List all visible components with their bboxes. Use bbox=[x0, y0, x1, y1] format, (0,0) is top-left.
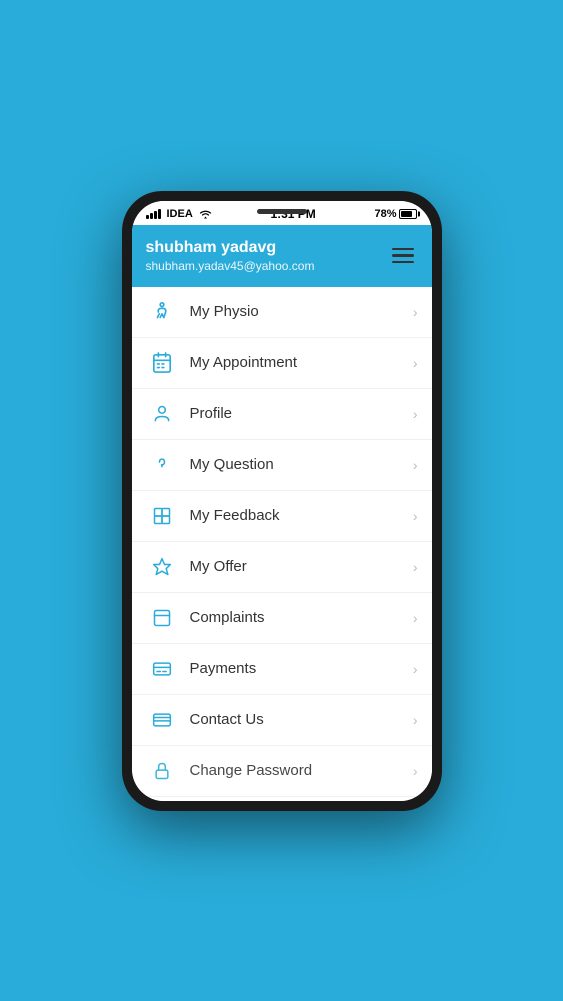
profile-icon bbox=[146, 403, 178, 425]
hamburger-button[interactable] bbox=[388, 244, 418, 268]
payments-icon bbox=[146, 658, 178, 680]
menu-item-complaints[interactable]: Complaints › bbox=[132, 593, 432, 644]
contact-us-chevron: › bbox=[413, 712, 418, 728]
payments-chevron: › bbox=[413, 661, 418, 677]
complaints-chevron: › bbox=[413, 610, 418, 626]
complaints-label: Complaints bbox=[190, 609, 413, 626]
menu-item-my-feedback[interactable]: My Feedback › bbox=[132, 491, 432, 542]
menu-item-my-offer[interactable]: My Offer › bbox=[132, 542, 432, 593]
my-feedback-label: My Feedback bbox=[190, 507, 413, 524]
profile-chevron: › bbox=[413, 406, 418, 422]
physio-icon bbox=[146, 301, 178, 323]
status-left: IDEA bbox=[146, 208, 212, 220]
payments-label: Payments bbox=[190, 660, 413, 677]
my-feedback-chevron: › bbox=[413, 508, 418, 524]
app-header: shubham yadavg shubham.yadav45@yahoo.com bbox=[132, 225, 432, 287]
user-info: shubham yadavg shubham.yadav45@yahoo.com bbox=[146, 239, 315, 273]
my-physio-chevron: › bbox=[413, 304, 418, 320]
speaker bbox=[257, 209, 307, 214]
menu-item-my-appointment[interactable]: My Appointment › bbox=[132, 338, 432, 389]
menu-item-profile[interactable]: Profile › bbox=[132, 389, 432, 440]
hamburger-line-3 bbox=[392, 261, 414, 264]
menu-item-my-question[interactable]: My Question › bbox=[132, 440, 432, 491]
menu-item-change-password[interactable]: Change Password › bbox=[132, 746, 432, 797]
status-right: 78% bbox=[374, 208, 417, 220]
offer-icon bbox=[146, 556, 178, 578]
appointment-icon bbox=[146, 352, 178, 374]
my-question-label: My Question bbox=[190, 456, 413, 473]
contact-us-label: Contact Us bbox=[190, 711, 413, 728]
phone-screen: IDEA 1:31 PM 78% shubham y bbox=[132, 201, 432, 801]
complaints-icon bbox=[146, 607, 178, 629]
my-question-chevron: › bbox=[413, 457, 418, 473]
change-password-label: Change Password bbox=[190, 762, 413, 779]
my-physio-label: My Physio bbox=[190, 303, 413, 320]
battery-icon bbox=[399, 209, 417, 219]
user-email: shubham.yadav45@yahoo.com bbox=[146, 259, 315, 273]
battery-percent: 78% bbox=[374, 208, 396, 220]
carrier-label: IDEA bbox=[167, 208, 193, 220]
hamburger-line-1 bbox=[392, 248, 414, 251]
my-offer-label: My Offer bbox=[190, 558, 413, 575]
password-icon bbox=[146, 760, 178, 782]
question-icon bbox=[146, 454, 178, 476]
feedback-icon bbox=[146, 505, 178, 527]
menu-item-my-physio[interactable]: My Physio › bbox=[132, 287, 432, 338]
menu-item-contact-us[interactable]: Contact Us › bbox=[132, 695, 432, 746]
my-appointment-chevron: › bbox=[413, 355, 418, 371]
contact-icon bbox=[146, 709, 178, 731]
menu-list: My Physio › My App bbox=[132, 287, 432, 801]
profile-label: Profile bbox=[190, 405, 413, 422]
phone-frame: IDEA 1:31 PM 78% shubham y bbox=[122, 191, 442, 811]
my-offer-chevron: › bbox=[413, 559, 418, 575]
hamburger-line-2 bbox=[392, 254, 414, 257]
user-name: shubham yadavg bbox=[146, 239, 315, 257]
my-appointment-label: My Appointment bbox=[190, 354, 413, 371]
wifi-icon bbox=[199, 209, 212, 219]
signal-icon bbox=[146, 209, 161, 219]
change-password-chevron: › bbox=[413, 763, 418, 779]
menu-item-payments[interactable]: Payments › bbox=[132, 644, 432, 695]
